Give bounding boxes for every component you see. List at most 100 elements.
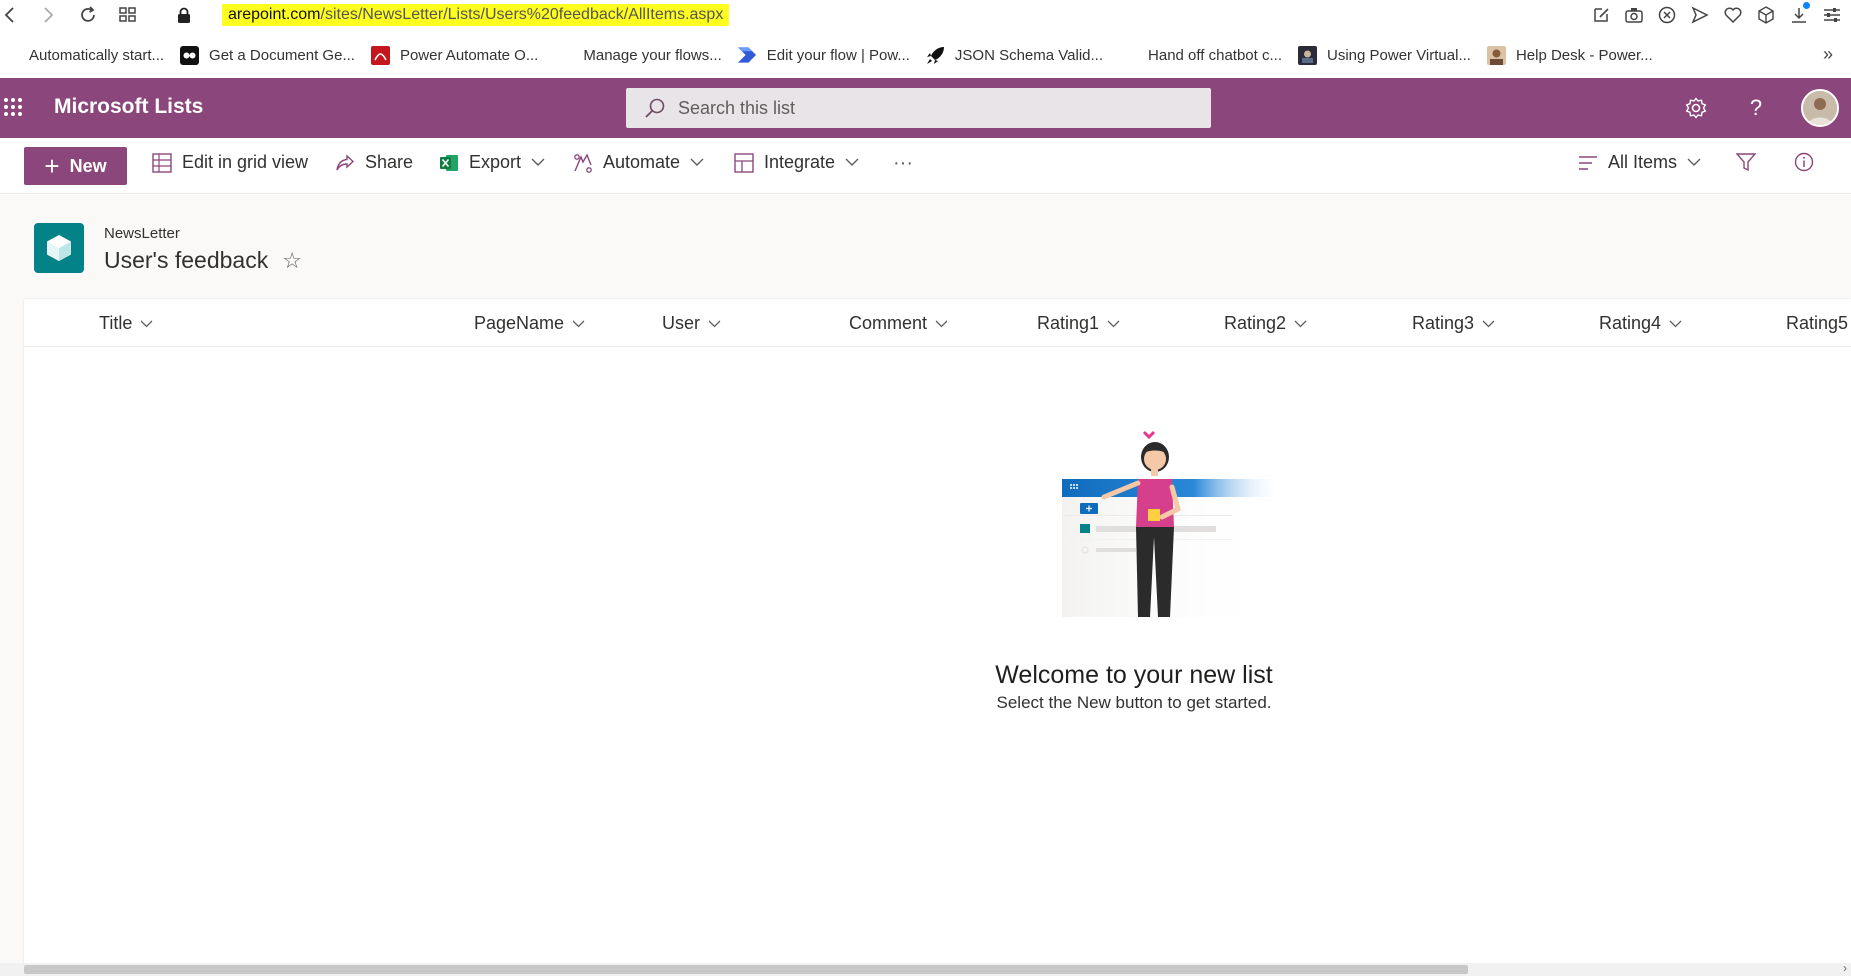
filter-icon[interactable] xyxy=(1736,152,1756,172)
close-circle-icon[interactable] xyxy=(1656,4,1678,26)
microsoft-logo-icon xyxy=(554,46,573,65)
app-launcher-icon[interactable] xyxy=(4,98,24,118)
bookmark-label: JSON Schema Valid... xyxy=(954,46,1104,64)
bookmarks-bar: Automatically start... Get a Document Ge… xyxy=(0,40,1851,70)
edit-grid-view-button[interactable]: Edit in grid view xyxy=(152,152,308,173)
bookmark-label: Manage your flows... xyxy=(583,46,722,64)
pdf-icon xyxy=(370,45,390,65)
integrate-button[interactable]: Integrate xyxy=(734,152,859,173)
bookmark-label: Help Desk - Power... xyxy=(1515,46,1653,64)
integrate-label: Integrate xyxy=(764,152,836,172)
tab-grid-icon[interactable] xyxy=(118,5,138,25)
bookmark-label: Get a Document Ge... xyxy=(209,46,355,64)
edit-grid-label: Edit in grid view xyxy=(182,152,309,172)
url-path: /sites/NewsLetter/Lists/Users%20feedback… xyxy=(320,6,724,23)
settings-gear-icon[interactable] xyxy=(1681,93,1711,123)
camera-icon[interactable] xyxy=(1623,4,1645,26)
more-options-button[interactable]: ··· xyxy=(893,152,913,175)
search-input[interactable] xyxy=(678,97,1178,119)
column-header-pagename[interactable]: PageName xyxy=(474,313,585,334)
back-icon[interactable] xyxy=(0,5,20,25)
column-label: Rating3 xyxy=(1412,313,1475,333)
column-header-rating2[interactable]: Rating2 xyxy=(1224,313,1307,334)
bookmark-item[interactable]: Get a Document Ge... xyxy=(180,45,355,65)
cube-icon[interactable] xyxy=(1755,4,1777,26)
chevron-down-icon xyxy=(1482,320,1495,328)
column-label: Rating5 xyxy=(1786,313,1849,333)
bookmark-item[interactable]: JSON Schema Valid... xyxy=(926,46,1103,65)
microsoft-logo-icon xyxy=(0,46,19,65)
page-title: User's feedback ☆ xyxy=(104,247,302,274)
reload-icon[interactable] xyxy=(78,5,98,25)
browser-toolbar-icons xyxy=(1590,2,1843,26)
avatar[interactable] xyxy=(1801,89,1839,127)
bookmark-item[interactable]: Using Power Virtual... xyxy=(1298,45,1471,65)
welcome-illustration xyxy=(1034,427,1294,652)
scrollbar-thumb[interactable] xyxy=(24,965,1468,974)
column-header-comment[interactable]: Comment xyxy=(849,313,948,334)
bookmarks-overflow-icon[interactable]: » xyxy=(1823,44,1833,65)
person-thumb-icon xyxy=(1486,45,1506,65)
automate-button[interactable]: Automate xyxy=(573,152,704,173)
command-bar: + New Edit in grid view Share Export Auto… xyxy=(0,138,1851,194)
share-button[interactable]: Share xyxy=(335,152,413,173)
chevron-down-icon xyxy=(708,320,721,328)
chevron-down-icon xyxy=(1669,320,1682,328)
send-icon[interactable] xyxy=(1689,4,1711,26)
share-label: Share xyxy=(365,152,414,172)
excel-icon xyxy=(439,154,459,172)
power-automate-icon xyxy=(737,46,757,65)
help-icon[interactable]: ? xyxy=(1741,93,1771,123)
column-header-user[interactable]: User xyxy=(662,313,721,334)
chevron-down-icon xyxy=(845,158,859,167)
favorite-star-icon[interactable]: ☆ xyxy=(282,248,302,274)
info-icon[interactable] xyxy=(1794,152,1814,172)
bookmark-item[interactable]: Help Desk - Power... xyxy=(1486,45,1653,65)
chevron-down-icon xyxy=(935,320,948,328)
export-button[interactable]: Export xyxy=(439,152,545,173)
column-label: Rating1 xyxy=(1037,313,1100,333)
heart-icon[interactable] xyxy=(1722,4,1744,26)
export-label: Export xyxy=(469,152,522,172)
chevron-down-icon xyxy=(140,320,153,328)
integrate-icon xyxy=(734,152,754,173)
column-header-title[interactable]: Title xyxy=(99,313,153,334)
column-label: Comment xyxy=(849,313,928,333)
chevron-down-icon xyxy=(690,158,704,167)
bookmark-label: Using Power Virtual... xyxy=(1327,46,1471,64)
automate-icon xyxy=(573,152,593,173)
column-header-rating4[interactable]: Rating4 xyxy=(1599,313,1682,334)
new-button[interactable]: + New xyxy=(24,147,127,185)
bookmark-item[interactable]: Power Automate O... xyxy=(370,45,538,65)
rocket-icon xyxy=(926,46,945,65)
download-icon[interactable] xyxy=(1788,2,1810,26)
plus-icon: + xyxy=(44,151,60,181)
share-icon xyxy=(335,153,355,172)
column-header-rating3[interactable]: Rating3 xyxy=(1412,313,1495,334)
dot-logo-icon xyxy=(180,45,200,65)
search-box[interactable] xyxy=(626,88,1211,128)
bookmark-label: Hand off chatbot c... xyxy=(1148,46,1282,64)
app-name[interactable]: Microsoft Lists xyxy=(54,95,203,119)
site-name[interactable]: NewsLetter xyxy=(104,225,180,242)
url-field[interactable]: arepoint.com/sites/NewsLetter/Lists/User… xyxy=(222,4,730,26)
microsoft-logo-icon xyxy=(1119,46,1138,65)
empty-state-heading: Welcome to your new list xyxy=(995,661,1273,689)
horizontal-scrollbar[interactable]: › xyxy=(0,961,1851,976)
browser-address-bar: arepoint.com/sites/NewsLetter/Lists/User… xyxy=(0,0,1851,30)
site-logo-icon[interactable] xyxy=(34,223,84,273)
bookmark-item[interactable]: Edit your flow | Pow... xyxy=(737,46,910,65)
view-switcher[interactable]: All Items xyxy=(1578,152,1701,173)
bookmark-item[interactable]: Automatically start... xyxy=(0,46,164,65)
bookmark-item[interactable]: Hand off chatbot c... xyxy=(1119,46,1282,65)
video-thumb-icon xyxy=(1298,45,1317,65)
settings-sliders-icon[interactable] xyxy=(1821,4,1843,26)
forward-icon[interactable] xyxy=(38,5,58,25)
column-header-rating1[interactable]: Rating1 xyxy=(1037,313,1120,334)
edit-icon[interactable] xyxy=(1590,4,1612,26)
column-header-rating5[interactable]: Rating5 xyxy=(1786,313,1848,334)
scroll-right-arrow-icon[interactable]: › xyxy=(1843,961,1847,975)
bookmark-item[interactable]: Manage your flows... xyxy=(554,46,721,65)
column-label: Rating4 xyxy=(1599,313,1662,333)
lock-icon[interactable] xyxy=(174,5,194,25)
